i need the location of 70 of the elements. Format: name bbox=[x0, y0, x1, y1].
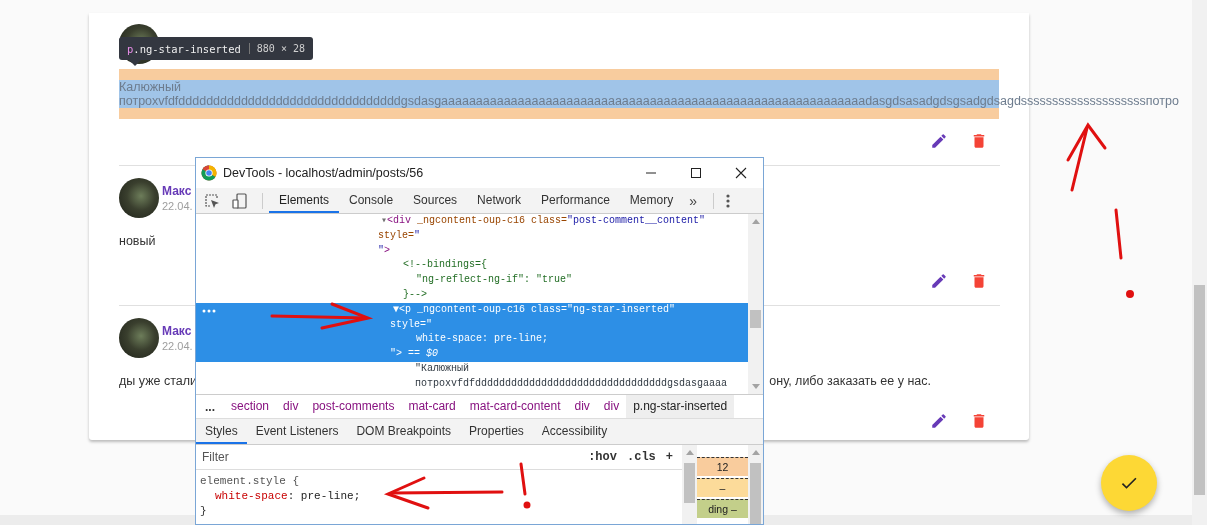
breadcrumb[interactable]: mat-card-content bbox=[462, 395, 568, 418]
edit-button[interactable] bbox=[930, 132, 948, 150]
author-name[interactable]: Макс bbox=[162, 324, 192, 338]
panel-tab[interactable]: Network bbox=[467, 188, 532, 213]
breadcrumb[interactable]: mat-card bbox=[401, 395, 463, 418]
filter-toggle[interactable]: :hov bbox=[583, 450, 622, 464]
pencil-icon bbox=[930, 412, 948, 430]
panel-tab[interactable]: Console bbox=[339, 188, 404, 213]
device-icon bbox=[232, 192, 248, 209]
box-model-layer: – bbox=[697, 478, 748, 497]
cursor-select-icon bbox=[204, 192, 220, 209]
dom-line[interactable]: "ng-reflect-ng-if": "true" bbox=[196, 273, 748, 288]
dom-line[interactable]: <!--bindings={ bbox=[196, 258, 748, 274]
hand-drawn-exclamation-drawing bbox=[519, 462, 531, 509]
edit-button[interactable] bbox=[930, 412, 948, 430]
breadcrumb[interactable]: p.ng-star-inserted bbox=[626, 395, 735, 418]
scroll-up-arrow-icon[interactable] bbox=[752, 219, 760, 224]
browser-logo-icon bbox=[201, 165, 217, 181]
comment-date: 22.04. bbox=[162, 340, 193, 352]
box-model-layer: 12 bbox=[697, 457, 748, 476]
element-size: 880 × 28 bbox=[248, 43, 305, 54]
dom-line[interactable]: потрохvfdfddddddddddddddddddddddddddddddddgsdasgaaaa bbox=[196, 376, 748, 392]
breadcrumb[interactable]: div bbox=[596, 395, 627, 418]
box-model-layer: ding – bbox=[697, 499, 748, 518]
breadcrumb[interactable]: section bbox=[224, 395, 277, 418]
element-selector: p.ng-star-inserted bbox=[127, 42, 241, 55]
avatar bbox=[119, 318, 159, 358]
dom-line[interactable]: ▾<div _ngcontent-oup-c16 class="post-comment__content" bbox=[196, 214, 748, 229]
pencil-icon bbox=[930, 272, 948, 290]
panel-tab[interactable]: Sources bbox=[403, 188, 468, 213]
kebab-menu-icon bbox=[725, 193, 730, 208]
panel-tab[interactable]: Memory bbox=[619, 188, 684, 213]
scroll-up-arrow-icon[interactable] bbox=[752, 450, 760, 455]
breadcrumb[interactable]: div bbox=[567, 395, 597, 418]
breadcrumb[interactable]: div bbox=[276, 395, 306, 418]
sidebar-tab[interactable]: Event Listeners bbox=[246, 419, 348, 444]
close-icon bbox=[734, 167, 747, 179]
filter-toggle[interactable]: .cls bbox=[622, 450, 661, 464]
confirm-button[interactable] bbox=[1101, 455, 1157, 511]
sidebar-tab[interactable]: Properties bbox=[460, 419, 533, 444]
dom-line[interactable]: }--> bbox=[196, 288, 748, 303]
breadcrumb[interactable]: post-comments bbox=[305, 395, 402, 418]
more-tabs-button[interactable]: » bbox=[683, 192, 703, 209]
comment-text: ону, либо заказать ее у нас. bbox=[769, 374, 931, 388]
maximize-icon bbox=[689, 167, 702, 179]
css-declaration: white-space: pre-line; bbox=[214, 489, 362, 504]
pencil-icon bbox=[930, 132, 948, 150]
scroll-down-arrow-icon[interactable] bbox=[752, 384, 760, 389]
window-title: DevTools - localhost/admin/posts/56 bbox=[223, 166, 425, 180]
comment-date: 22.04. bbox=[162, 200, 193, 212]
comment-text: новый bbox=[119, 234, 156, 248]
breadcrumb-overflow[interactable]: ... bbox=[202, 399, 218, 414]
css-brace: } bbox=[200, 504, 208, 519]
ellipsis-icon bbox=[202, 308, 216, 313]
sidebar-tab[interactable]: Accessibility bbox=[532, 419, 617, 444]
sidebar-tab[interactable]: Styles bbox=[196, 419, 247, 444]
scrollbar-thumb[interactable] bbox=[684, 463, 695, 503]
dom-line[interactable]: "> bbox=[196, 243, 748, 259]
edit-button[interactable] bbox=[930, 272, 948, 290]
filter-toggle[interactable]: + bbox=[660, 450, 678, 464]
sidebar-tab[interactable]: DOM Breakpoints bbox=[347, 419, 461, 444]
dom-line[interactable]: style=" bbox=[196, 228, 748, 244]
panel-tab[interactable]: Elements bbox=[269, 188, 340, 213]
avatar bbox=[119, 178, 159, 218]
panel-tab[interactable]: Performance bbox=[531, 188, 620, 213]
scrollbar-thumb[interactable] bbox=[750, 310, 761, 328]
dom-line[interactable]: "Калюжный bbox=[196, 361, 748, 377]
scrollbar-thumb[interactable] bbox=[1194, 285, 1205, 495]
author-name[interactable]: Макс bbox=[162, 184, 192, 198]
css-selector: element.style { bbox=[200, 474, 301, 489]
